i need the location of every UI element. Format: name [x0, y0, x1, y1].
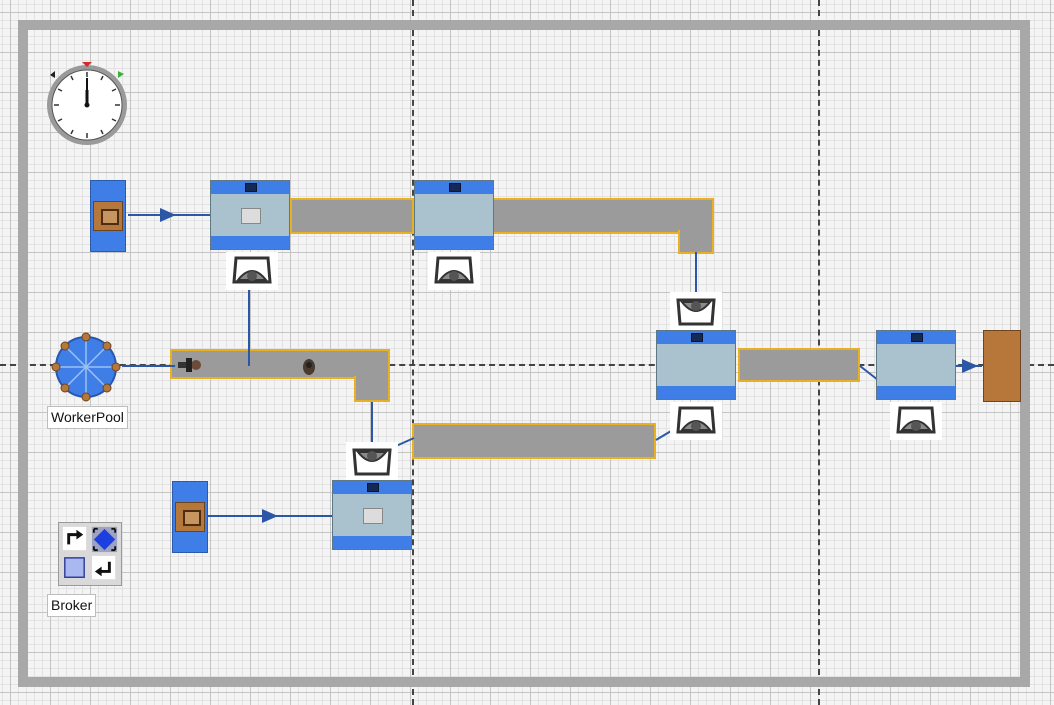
processor-icon[interactable] — [656, 330, 736, 400]
processor-icon[interactable] — [876, 330, 956, 400]
clock-icon[interactable] — [42, 58, 132, 148]
sink-icon[interactable] — [983, 330, 1021, 402]
connector-line — [395, 437, 415, 447]
processor-icon[interactable] — [414, 180, 494, 250]
model-view[interactable]: WorkerPool Broker — [0, 0, 1054, 705]
box-icon — [175, 502, 205, 532]
worker-item-icon — [178, 358, 201, 372]
source-icon[interactable] — [90, 180, 126, 252]
arrow-right-icon — [262, 509, 278, 523]
box-icon — [93, 201, 123, 231]
operator-icon[interactable] — [428, 252, 480, 290]
arrow-right-icon — [160, 208, 176, 222]
operator-icon[interactable] — [890, 402, 942, 440]
worker-pool-icon[interactable] — [50, 332, 122, 402]
broker-label[interactable]: Broker — [47, 594, 97, 617]
operator-icon[interactable] — [226, 252, 278, 290]
worker-pool-label[interactable]: WorkerPool — [47, 406, 128, 429]
worker-item-icon — [303, 359, 315, 375]
operator-icon[interactable] — [670, 402, 722, 440]
operator-icon[interactable] — [346, 442, 398, 480]
operator-icon[interactable] — [670, 292, 722, 330]
source-icon[interactable] — [172, 481, 208, 553]
broker-icon[interactable] — [58, 522, 122, 586]
processor-icon[interactable] — [332, 480, 412, 550]
arrow-right-icon — [962, 359, 978, 373]
processor-icon[interactable] — [210, 180, 290, 250]
